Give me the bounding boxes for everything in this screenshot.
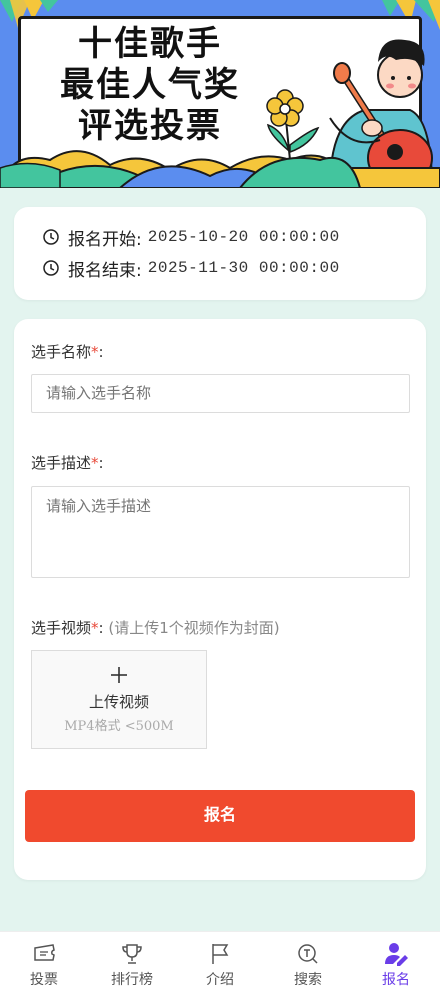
desc-field-label: 选手描述*:	[31, 452, 104, 473]
start-time-row: 报名开始: 2025-10-20 00:00:00	[42, 224, 340, 250]
banner-illustration	[0, 39, 440, 188]
tab-label: 报名	[382, 972, 410, 988]
name-input[interactable]	[31, 374, 410, 413]
tab-ranking[interactable]: 排行榜	[88, 932, 176, 991]
tab-signup[interactable]: 报名	[352, 932, 440, 991]
desc-textarea[interactable]	[31, 486, 410, 578]
required-mark: *	[91, 454, 99, 472]
tab-label: 投票	[30, 972, 58, 988]
trophy-icon	[122, 944, 142, 964]
end-time-row: 报名结束: 2025-11-30 00:00:00	[42, 255, 340, 281]
name-label-text: 选手名称	[31, 343, 92, 361]
submit-button[interactable]: 报名	[25, 790, 415, 842]
plus-icon	[111, 667, 127, 683]
tab-label: 排行榜	[111, 972, 153, 988]
tab-vote[interactable]: 投票	[0, 932, 88, 991]
tab-intro[interactable]: 介绍	[176, 932, 264, 991]
label-colon: :	[98, 454, 104, 472]
desc-label-text: 选手描述	[31, 454, 92, 472]
user-edit-icon	[385, 943, 408, 966]
schedule-card: 报名开始: 2025-10-20 00:00:00 报名结束: 2025-11-…	[14, 207, 426, 300]
upload-format-hint: MP4格式 <500M	[64, 719, 174, 734]
label-colon: :	[98, 619, 104, 637]
required-mark: *	[91, 343, 99, 361]
flag-icon	[212, 944, 229, 964]
start-time-label: 报名开始:	[68, 229, 142, 250]
end-time-label: 报名结束:	[68, 260, 142, 281]
clock-icon	[43, 260, 59, 276]
label-colon: :	[98, 343, 104, 361]
search-icon	[298, 944, 318, 964]
ticket-icon	[34, 944, 55, 961]
video-upload-button[interactable]: 上传视频 MP4格式 <500M	[31, 650, 207, 749]
start-time-value: 2025-10-20 00:00:00	[147, 228, 340, 246]
tab-label: 搜索	[294, 972, 322, 988]
name-field-label: 选手名称*:	[31, 341, 104, 362]
signup-form: 选手名称*: 选手描述*: 选手视频*: (请上传1个视频作为封面) 上传视频 …	[14, 319, 426, 880]
video-label-text: 选手视频	[31, 619, 92, 637]
tab-search[interactable]: 搜索	[264, 932, 352, 991]
video-field-label: 选手视频*: (请上传1个视频作为封面)	[31, 617, 280, 638]
bottom-tab-bar: 投票 排行榜 介绍 搜索 报名	[0, 931, 440, 991]
tab-label: 介绍	[206, 972, 234, 988]
end-time-value: 2025-11-30 00:00:00	[147, 259, 340, 277]
header-banner: 十佳歌手 最佳人气奖 评选投票	[0, 0, 440, 188]
video-hint: (请上传1个视频作为封面)	[108, 619, 280, 637]
required-mark: *	[91, 619, 99, 637]
upload-title: 上传视频	[88, 693, 149, 711]
clock-icon	[43, 229, 59, 245]
